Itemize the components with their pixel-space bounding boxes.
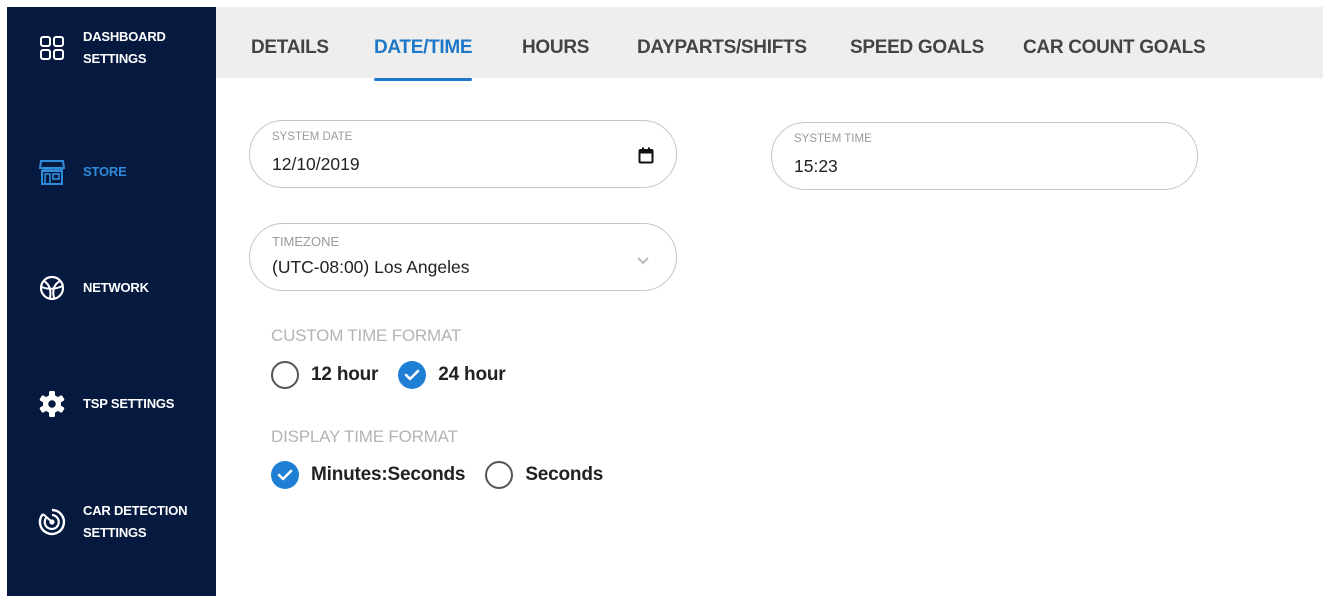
custom-time-format-label: CUSTOM TIME FORMAT: [271, 326, 462, 345]
radio-unchecked-icon: [271, 361, 299, 389]
sidebar: DASHBOARD SETTINGS STORE NETWORK TSP SET…: [7, 7, 216, 596]
sidebar-item-store[interactable]: STORE: [7, 148, 216, 196]
tab-date-time[interactable]: DATE/TIME: [374, 7, 473, 81]
system-date-field[interactable]: SYSTEM DATE 12/10/2019: [249, 120, 677, 188]
system-time-label: SYSTEM TIME: [794, 133, 872, 145]
timezone-label: TIMEZONE: [272, 234, 340, 249]
radio-label: 24 hour: [438, 364, 506, 385]
tab-car-count-goals[interactable]: CAR COUNT GOALS: [1023, 7, 1206, 78]
system-date-value: 12/10/2019: [272, 154, 360, 174]
radio-seconds[interactable]: Seconds: [485, 461, 603, 489]
calendar-icon[interactable]: [638, 147, 654, 169]
system-date-label: SYSTEM DATE: [272, 131, 353, 143]
display-time-format-group: Minutes:Seconds Seconds: [271, 461, 623, 489]
sidebar-item-label: NETWORK: [83, 280, 149, 295]
dashboard-grid-icon: [35, 31, 69, 65]
sidebar-item-dashboard-settings[interactable]: DASHBOARD SETTINGS: [7, 24, 216, 72]
custom-time-format-group: 12 hour 24 hour: [271, 361, 525, 389]
sidebar-item-network[interactable]: NETWORK: [7, 264, 216, 312]
radar-detection-icon: [35, 505, 69, 539]
sidebar-item-car-detection-settings[interactable]: CAR DETECTION SETTINGS: [7, 498, 216, 546]
radio-label: 12 hour: [311, 364, 379, 385]
system-time-value: 15:23: [794, 156, 838, 176]
radio-label: Seconds: [525, 464, 604, 485]
sidebar-item-label: CAR DETECTION SETTINGS: [83, 503, 188, 540]
tab-bar: DETAILS DATE/TIME HOURS DAYPARTS/SHIFTS …: [216, 7, 1323, 81]
checkmark-icon: [398, 361, 427, 389]
radio-minutes-seconds[interactable]: Minutes:Seconds: [271, 461, 466, 489]
tab-speed-goals[interactable]: SPEED GOALS: [850, 7, 984, 78]
storefront-icon: [35, 155, 69, 189]
globe-network-icon: [35, 271, 69, 305]
radio-label: Minutes:Seconds: [311, 464, 466, 485]
chevron-down-icon[interactable]: [636, 253, 650, 271]
radio-12-hour[interactable]: 12 hour: [271, 361, 378, 389]
sidebar-item-label: STORE: [83, 164, 127, 179]
checkmark-icon: [271, 461, 299, 489]
radio-unchecked-icon: [485, 461, 514, 489]
gear-icon: [35, 387, 69, 421]
tab-details[interactable]: DETAILS: [251, 7, 329, 78]
tab-hours[interactable]: HOURS: [522, 7, 589, 78]
radio-24-hour[interactable]: 24 hour: [398, 361, 506, 389]
sidebar-item-tsp-settings[interactable]: TSP SETTINGS: [7, 380, 216, 428]
timezone-value: (UTC-08:00) Los Angeles: [272, 257, 470, 277]
sidebar-item-label: DASHBOARD SETTINGS: [83, 29, 166, 66]
tab-dayparts-shifts[interactable]: DAYPARTS/SHIFTS: [637, 7, 807, 78]
timezone-select[interactable]: TIMEZONE (UTC-08:00) Los Angeles: [249, 223, 677, 291]
system-time-field[interactable]: SYSTEM TIME 15:23: [771, 122, 1198, 190]
display-time-format-label: DISPLAY TIME FORMAT: [271, 427, 458, 446]
sidebar-item-label: TSP SETTINGS: [83, 396, 175, 411]
